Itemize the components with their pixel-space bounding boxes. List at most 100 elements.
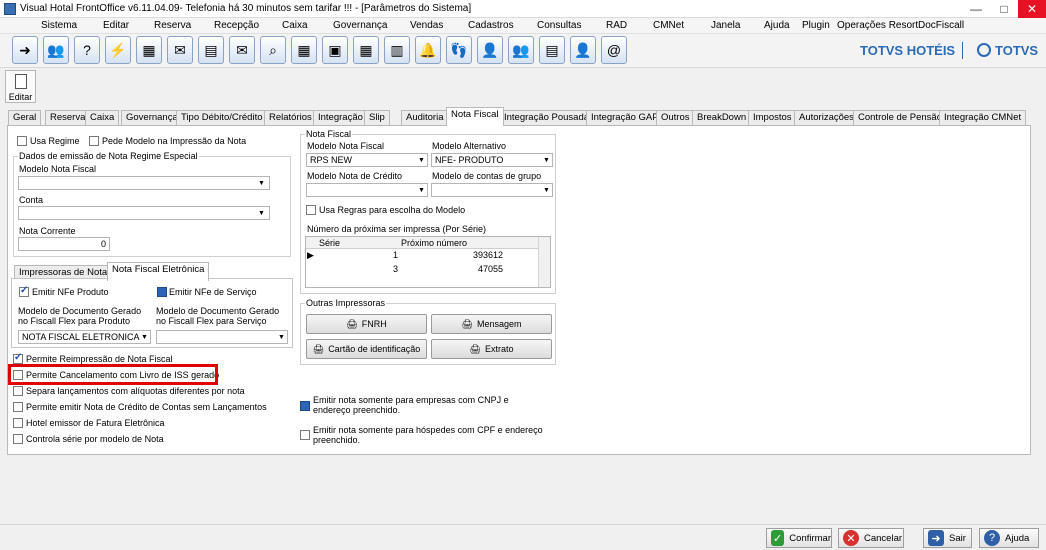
tab-controle-de-pensao[interactable]: Controle de Pensão <box>853 110 947 125</box>
usa-regras-checkbox[interactable] <box>306 205 316 215</box>
modelo-nota-credito-select[interactable] <box>306 183 428 197</box>
emitir-cnpj-checkbox[interactable] <box>300 401 310 411</box>
toolbar-button-bell[interactable]: 🔔 <box>415 36 441 64</box>
conta-select[interactable] <box>18 206 270 220</box>
numero-proxima-label: Número da próxima ser impressa (Por Séri… <box>307 224 487 234</box>
edit-button[interactable]: Editar <box>5 70 36 103</box>
table-cell: 393612 <box>472 250 503 260</box>
sair-button[interactable]: ➜ Sair <box>923 528 972 548</box>
menu-janela[interactable]: Janela <box>711 20 740 31</box>
grid-scrollbar[interactable] <box>538 237 550 287</box>
current-row-icon: ▶ <box>307 250 314 260</box>
modelo-contas-grupo-select[interactable] <box>431 183 553 197</box>
tab-integracao-pousada[interactable]: Integração Pousada <box>499 110 595 125</box>
modelo-nota-fiscal-right-select[interactable]: RPS NEW <box>306 153 428 167</box>
emitir-nfe-servico-checkbox[interactable] <box>157 287 167 297</box>
toolbar-button-at-email[interactable]: @ <box>601 36 627 64</box>
tab-relatorios[interactable]: Relatórios <box>264 110 317 125</box>
chevron-down-icon: ▼ <box>258 210 265 217</box>
toolbar-button-form[interactable]: ▤ <box>198 36 224 64</box>
toolbar-button-guest[interactable]: 👤 <box>570 36 596 64</box>
toolbar-button-cards[interactable]: ▥ <box>384 36 410 64</box>
menu-rad[interactable]: RAD <box>606 20 627 31</box>
printer-icon: 🖨 <box>461 318 473 329</box>
extrato-button[interactable]: 🖨 Extrato <box>431 339 552 359</box>
tab-integracao-gap[interactable]: Integração GAP <box>586 110 664 125</box>
hotel-emissor-fatura-checkbox[interactable] <box>13 418 23 428</box>
toolbar-button-grid[interactable]: ▦ <box>353 36 379 64</box>
tab-governanca[interactable]: Governança <box>121 110 183 125</box>
tab-impostos[interactable]: Impostos <box>748 110 797 125</box>
modelo-doc-produto-select[interactable]: NOTA FISCAL ELETRONICA <box>18 330 151 344</box>
maximize-button[interactable]: □ <box>990 0 1018 18</box>
toolbar-button-register[interactable]: ▤ <box>539 36 565 64</box>
ajuda-button[interactable]: ? Ajuda <box>979 528 1039 548</box>
fnrh-button[interactable]: 🖨 FNRH <box>306 314 427 334</box>
toolbar-button-card[interactable]: ▣ <box>322 36 348 64</box>
toolbar-button-calendar[interactable]: ▦ <box>291 36 317 64</box>
tab-nota-fiscal-eletronica[interactable]: Nota Fiscal Eletrônica <box>107 262 210 281</box>
menu-plugin[interactable]: Plugin <box>802 20 830 31</box>
toolbar-button-users[interactable]: 👥 <box>43 36 69 64</box>
exit-icon: ➜ <box>19 41 31 58</box>
toolbar-button-mail[interactable]: ✉ <box>167 36 193 64</box>
chevron-down-icon: ▼ <box>418 187 425 194</box>
menu-operacoes-resort[interactable]: Operações Resort <box>837 20 918 31</box>
toolbar-button-exit[interactable]: ➜ <box>12 36 38 64</box>
tab-geral[interactable]: Geral <box>8 110 42 125</box>
totvs-logo-icon <box>977 43 991 57</box>
emitir-nfe-produto-checkbox[interactable] <box>19 285 29 297</box>
controla-serie-checkbox[interactable] <box>13 434 23 444</box>
mensagem-button[interactable]: 🖨 Mensagem <box>431 314 552 334</box>
usa-regime-checkbox[interactable] <box>17 136 27 146</box>
permite-nota-credito-checkbox[interactable] <box>13 402 23 412</box>
toolbar-button-group[interactable]: 👥 <box>508 36 534 64</box>
cartao-identificacao-button[interactable]: 🖨 Cartão de identificação <box>306 339 427 359</box>
menu-caixa[interactable]: Caixa <box>282 20 308 31</box>
tab-caixa[interactable]: Caixa <box>85 110 120 125</box>
confirmar-button[interactable]: ✓ Confirmar <box>766 528 832 548</box>
menu-editar[interactable]: Editar <box>103 20 129 31</box>
menu-reserva[interactable]: Reserva <box>154 20 191 31</box>
toolbar-button-lightning[interactable]: ⚡ <box>105 36 131 64</box>
tab-auditoria[interactable]: Auditoria <box>401 110 449 125</box>
nota-corrente-input[interactable]: 0 <box>18 237 110 251</box>
minimize-button[interactable]: — <box>962 0 990 18</box>
separa-lancamentos-checkbox[interactable] <box>13 386 23 396</box>
tab-outros[interactable]: Outros <box>656 110 695 125</box>
modelo-doc-servico-select[interactable] <box>156 330 288 344</box>
toolbar-button-footprints[interactable]: 👣 <box>446 36 472 64</box>
emitir-cpf-checkbox[interactable] <box>300 430 310 440</box>
permite-reimpressao-checkbox[interactable] <box>13 352 23 364</box>
tab-nota-fiscal[interactable]: Nota Fiscal <box>446 107 504 126</box>
serie-grid[interactable]: Série Próximo número ▶ 1 393612 3 47055 <box>305 236 551 288</box>
tab-integracao[interactable]: Integração <box>313 110 368 125</box>
close-button[interactable]: ✕ <box>1018 0 1046 18</box>
dados-emissao-title: Dados de emissão de Nota Regime Especial <box>18 151 199 161</box>
modelo-alternativo-select[interactable]: NFE- PRODUTO <box>431 153 553 167</box>
toolbar-button-network[interactable]: ▦ <box>136 36 162 64</box>
tab-slip[interactable]: Slip <box>364 110 390 125</box>
toolbar-button-search[interactable]: ⌕ <box>260 36 286 64</box>
toolbar-button-help[interactable]: ? <box>74 36 100 64</box>
menu-ajuda[interactable]: Ajuda <box>764 20 790 31</box>
menu-cmnet[interactable]: CMNet <box>653 20 684 31</box>
tab-autorizacoes[interactable]: Autorizações <box>794 110 859 125</box>
menu-vendas[interactable]: Vendas <box>410 20 443 31</box>
toolbar-button-user-add[interactable]: 👤 <box>477 36 503 64</box>
tab-breakdown[interactable]: BreakDown <box>692 110 752 125</box>
menu-sistema[interactable]: Sistema <box>41 20 77 31</box>
menu-recepcao[interactable]: Recepção <box>214 20 259 31</box>
menu-cadastros[interactable]: Cadastros <box>468 20 514 31</box>
tab-reserva[interactable]: Reserva <box>45 110 91 125</box>
menu-consultas[interactable]: Consultas <box>537 20 581 31</box>
cancelar-button[interactable]: ✕ Cancelar <box>838 528 904 548</box>
menu-governanca[interactable]: Governança <box>333 20 387 31</box>
menu-docfiscall[interactable]: DocFiscall <box>918 20 964 31</box>
tab-integracao-cmnet[interactable]: Integração CMNet <box>939 110 1027 125</box>
toolbar-button-envelope-arrow[interactable]: ✉ <box>229 36 255 64</box>
pede-modelo-checkbox[interactable] <box>89 136 99 146</box>
tab-tipo-debito-credito[interactable]: Tipo Débito/Crédito <box>176 110 268 125</box>
permite-nota-credito-label: Permite emitir Nota de Crédito de Contas… <box>26 402 267 412</box>
modelo-nota-fiscal-select[interactable] <box>18 176 270 190</box>
